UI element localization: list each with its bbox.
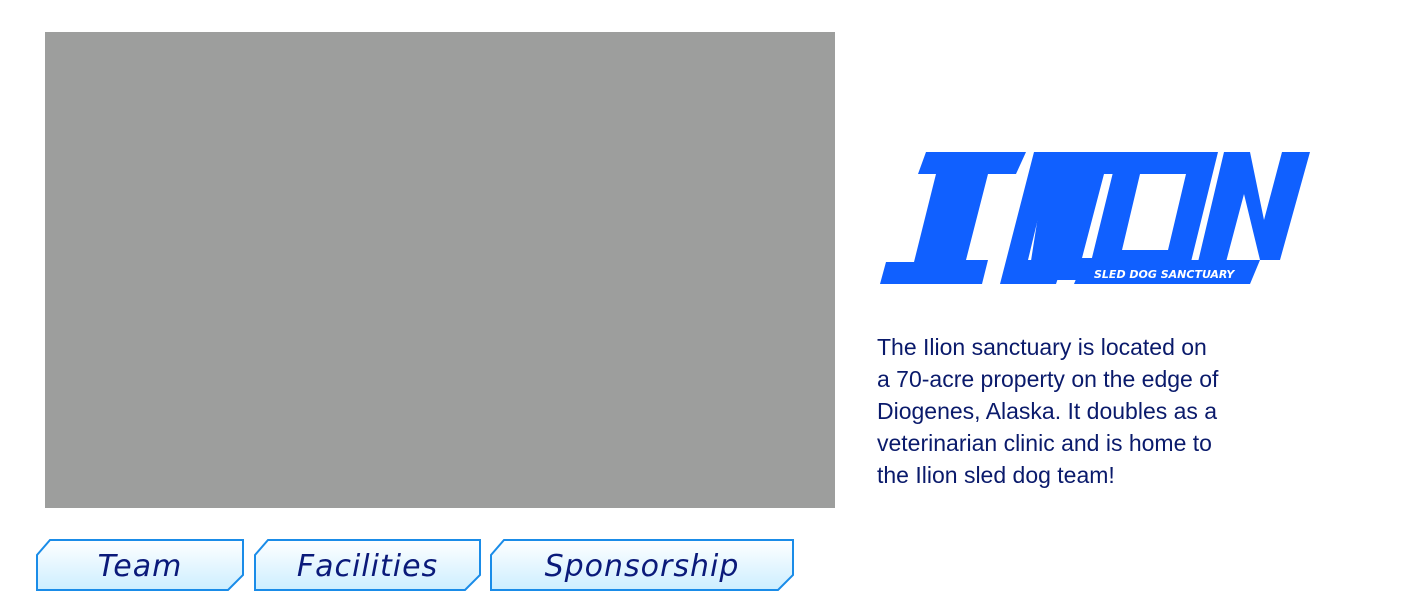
description-line: the Ilion sled dog team! (877, 462, 1115, 488)
facilities-button-label: Facilities (296, 548, 439, 584)
team-button-label: Team (97, 548, 183, 584)
description-text: The Ilion sanctuary is located on a 70-a… (877, 331, 1297, 491)
sponsorship-button[interactable]: Sponsorship (490, 539, 794, 591)
description-line: The Ilion sanctuary is located on (877, 334, 1207, 360)
hero-image-placeholder (45, 32, 835, 508)
sponsorship-button-label: Sponsorship (544, 548, 740, 584)
team-button[interactable]: Team (36, 539, 244, 591)
description-line: a 70-acre property on the edge of (877, 366, 1219, 392)
description-line: Diogenes, Alaska. It doubles as a (877, 398, 1218, 424)
description-line: veterinarian clinic and is home to (877, 430, 1212, 456)
logo-tagline: SLED DOG SANCTUARY (1094, 268, 1235, 281)
ilion-logo: SLED DOG SANCTUARY (878, 150, 1312, 286)
facilities-button[interactable]: Facilities (254, 539, 481, 591)
